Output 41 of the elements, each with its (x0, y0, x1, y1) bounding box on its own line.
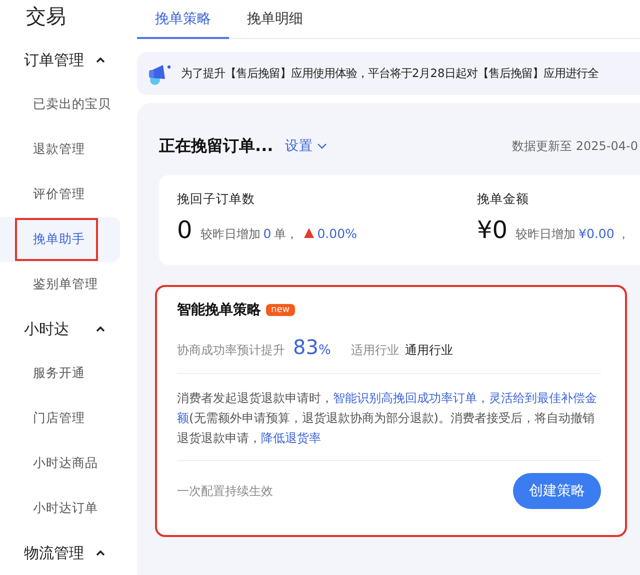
footer-note: 一次配置持续生效 (177, 482, 273, 500)
sidebar-item[interactable]: 退款管理 (0, 127, 120, 172)
sidebar-item[interactable]: 鉴别单管理 (0, 262, 120, 307)
rate-value: 83 (293, 335, 318, 359)
sidebar-group[interactable]: 订单管理 (15, 38, 137, 82)
stat-value: ¥0 (477, 216, 508, 244)
sidebar-title: 交易 (25, 3, 67, 30)
panel-title: 正在挽留订单... (159, 136, 274, 156)
tab[interactable]: 挽单策略 (137, 0, 229, 39)
delta-value: 0 (263, 226, 272, 241)
create-strategy-button[interactable]: 创建策略 (513, 473, 601, 509)
sidebar-item[interactable]: 已卖出的宝贝 (0, 82, 120, 127)
sidebar-item[interactable]: 评价管理 (0, 172, 120, 217)
strategy-title: 智能挽单策略 (177, 301, 261, 319)
delta-unit: 单， (274, 226, 298, 243)
industry-value: 通用行业 (404, 342, 453, 359)
delta-label: 较昨日增加 (516, 226, 576, 243)
settings-link[interactable]: 设置 (285, 137, 328, 155)
sidebar-item[interactable]: 小时达订单 (0, 486, 120, 531)
delta-value: ¥0.00 (578, 226, 614, 241)
strategy-description: 消费者发起退货退款申请时，智能识别高挽回成功率订单，灵活给到最佳补偿金额(无需额外申请预算，退货退款协商为部分退款)。消费者接受后，将自动撤销退货退款申请，降低退货率 (177, 374, 601, 461)
rate-label: 协商成功率预计提升 (177, 342, 285, 359)
change-percent: 0.00% (317, 226, 357, 241)
delta-label: 较昨日增加 (200, 226, 260, 243)
sidebar-group[interactable]: 物流管理 (15, 531, 137, 575)
rate-unit: % (318, 343, 331, 358)
update-time: 数据更新至 2025-04-0 (512, 138, 638, 154)
industry-label: 适用行业 (350, 342, 399, 359)
tab[interactable]: 挽单明细 (229, 0, 321, 39)
stat-value: 0 (177, 216, 192, 244)
delta-unit: ， (617, 226, 630, 243)
sidebar-group[interactable]: 小时达 (15, 307, 137, 351)
stat-label: 挽单金额 (477, 191, 530, 208)
notice-text: 为了提升【售后挽留】应用使用体验，平台将于2月28日起对【售后挽留】应用进行全 (181, 66, 599, 81)
new-badge: new (266, 304, 295, 316)
sidebar-item[interactable]: 门店管理 (0, 396, 120, 441)
stat-label: 挽回子订单数 (177, 191, 256, 208)
chevron-down-icon (317, 143, 328, 149)
sidebar-item[interactable]: 挽单助手 (0, 217, 120, 262)
sidebar-item[interactable]: 服务开通 (0, 351, 120, 396)
sidebar-item[interactable]: 小时达商品 (0, 441, 120, 486)
